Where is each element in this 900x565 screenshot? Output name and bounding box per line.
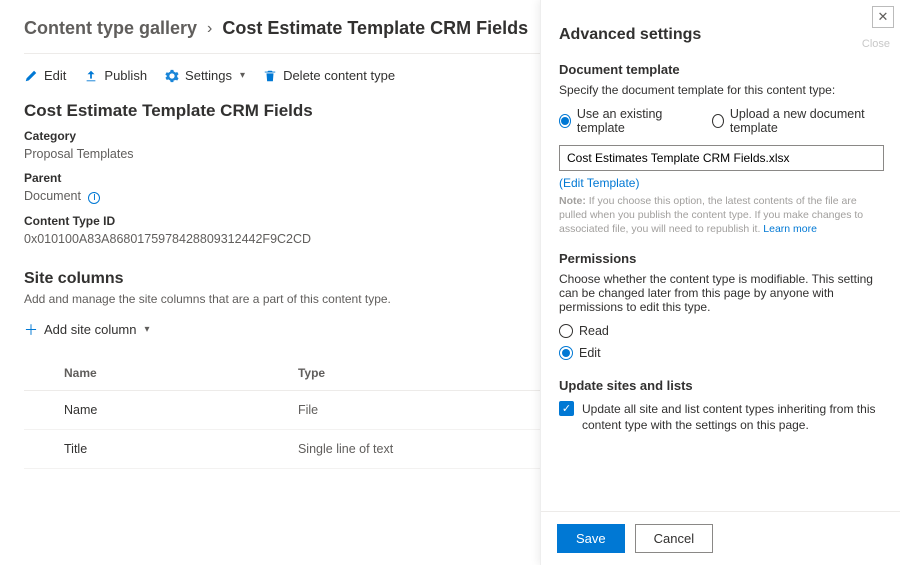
edit-label: Edit bbox=[44, 68, 66, 83]
add-site-column-button[interactable]: ＋ Add site column ▾ bbox=[24, 320, 150, 340]
radio-icon bbox=[559, 346, 573, 360]
close-button[interactable]: ✕ bbox=[872, 6, 894, 28]
radio-edit-label: Edit bbox=[579, 346, 601, 360]
cancel-button[interactable]: Cancel bbox=[635, 524, 713, 553]
document-template-header: Document template bbox=[559, 62, 884, 77]
radio-read[interactable]: Read bbox=[559, 324, 884, 338]
panel-footer: Save Cancel bbox=[541, 511, 900, 565]
chevron-down-icon: ▾ bbox=[145, 324, 150, 335]
plus-icon: ＋ bbox=[24, 320, 38, 340]
radio-read-label: Read bbox=[579, 324, 609, 338]
chevron-down-icon: ▾ bbox=[240, 70, 245, 81]
template-note: Note: If you choose this option, the lat… bbox=[559, 194, 884, 237]
update-checkbox[interactable]: ✓ bbox=[559, 401, 574, 416]
document-template-desc: Specify the document template for this c… bbox=[559, 83, 884, 97]
parent-value: Document bbox=[24, 189, 81, 203]
radio-upload-new[interactable]: Upload a new document template bbox=[712, 107, 884, 135]
template-path-input[interactable] bbox=[559, 145, 884, 171]
radio-use-existing[interactable]: Use an existing template bbox=[559, 107, 690, 135]
radio-edit[interactable]: Edit bbox=[559, 346, 884, 360]
radio-icon bbox=[559, 324, 573, 338]
delete-label: Delete content type bbox=[283, 68, 395, 83]
radio-use-existing-label: Use an existing template bbox=[577, 107, 690, 135]
radio-icon bbox=[559, 114, 571, 128]
chevron-right-icon: › bbox=[207, 20, 212, 38]
publish-icon bbox=[84, 69, 98, 83]
edit-button[interactable]: Edit bbox=[24, 68, 66, 83]
update-checkbox-label: Update all site and list content types i… bbox=[582, 401, 884, 433]
cell-name: Name bbox=[24, 390, 290, 429]
add-site-column-label: Add site column bbox=[44, 322, 137, 337]
settings-button[interactable]: Settings ▾ bbox=[165, 68, 245, 83]
breadcrumb-current: Cost Estimate Template CRM Fields bbox=[222, 18, 528, 39]
settings-label: Settings bbox=[185, 68, 232, 83]
check-icon: ✓ bbox=[562, 402, 571, 415]
learn-more-link[interactable]: Learn more bbox=[763, 223, 817, 235]
edit-icon bbox=[24, 69, 38, 83]
radio-icon bbox=[712, 114, 724, 128]
edit-template-link[interactable]: (Edit Template) bbox=[559, 176, 639, 190]
permissions-header: Permissions bbox=[559, 251, 884, 266]
advanced-settings-panel: ✕ Close Advanced settings Document templ… bbox=[540, 0, 900, 565]
delete-button[interactable]: Delete content type bbox=[263, 68, 395, 83]
trash-icon bbox=[263, 69, 277, 83]
radio-upload-new-label: Upload a new document template bbox=[730, 107, 884, 135]
publish-button[interactable]: Publish bbox=[84, 68, 147, 83]
info-icon[interactable]: i bbox=[88, 192, 100, 204]
gear-icon bbox=[165, 69, 179, 83]
publish-label: Publish bbox=[104, 68, 147, 83]
close-text: Close bbox=[862, 38, 890, 50]
col-header-name[interactable]: Name bbox=[24, 356, 290, 391]
permissions-desc: Choose whether the content type is modif… bbox=[559, 272, 884, 314]
panel-title: Advanced settings bbox=[559, 26, 884, 44]
save-button[interactable]: Save bbox=[557, 524, 625, 553]
update-sites-header: Update sites and lists bbox=[559, 378, 884, 393]
cell-name: Title bbox=[24, 429, 290, 468]
close-icon: ✕ bbox=[878, 9, 889, 25]
breadcrumb-root-link[interactable]: Content type gallery bbox=[24, 18, 197, 39]
